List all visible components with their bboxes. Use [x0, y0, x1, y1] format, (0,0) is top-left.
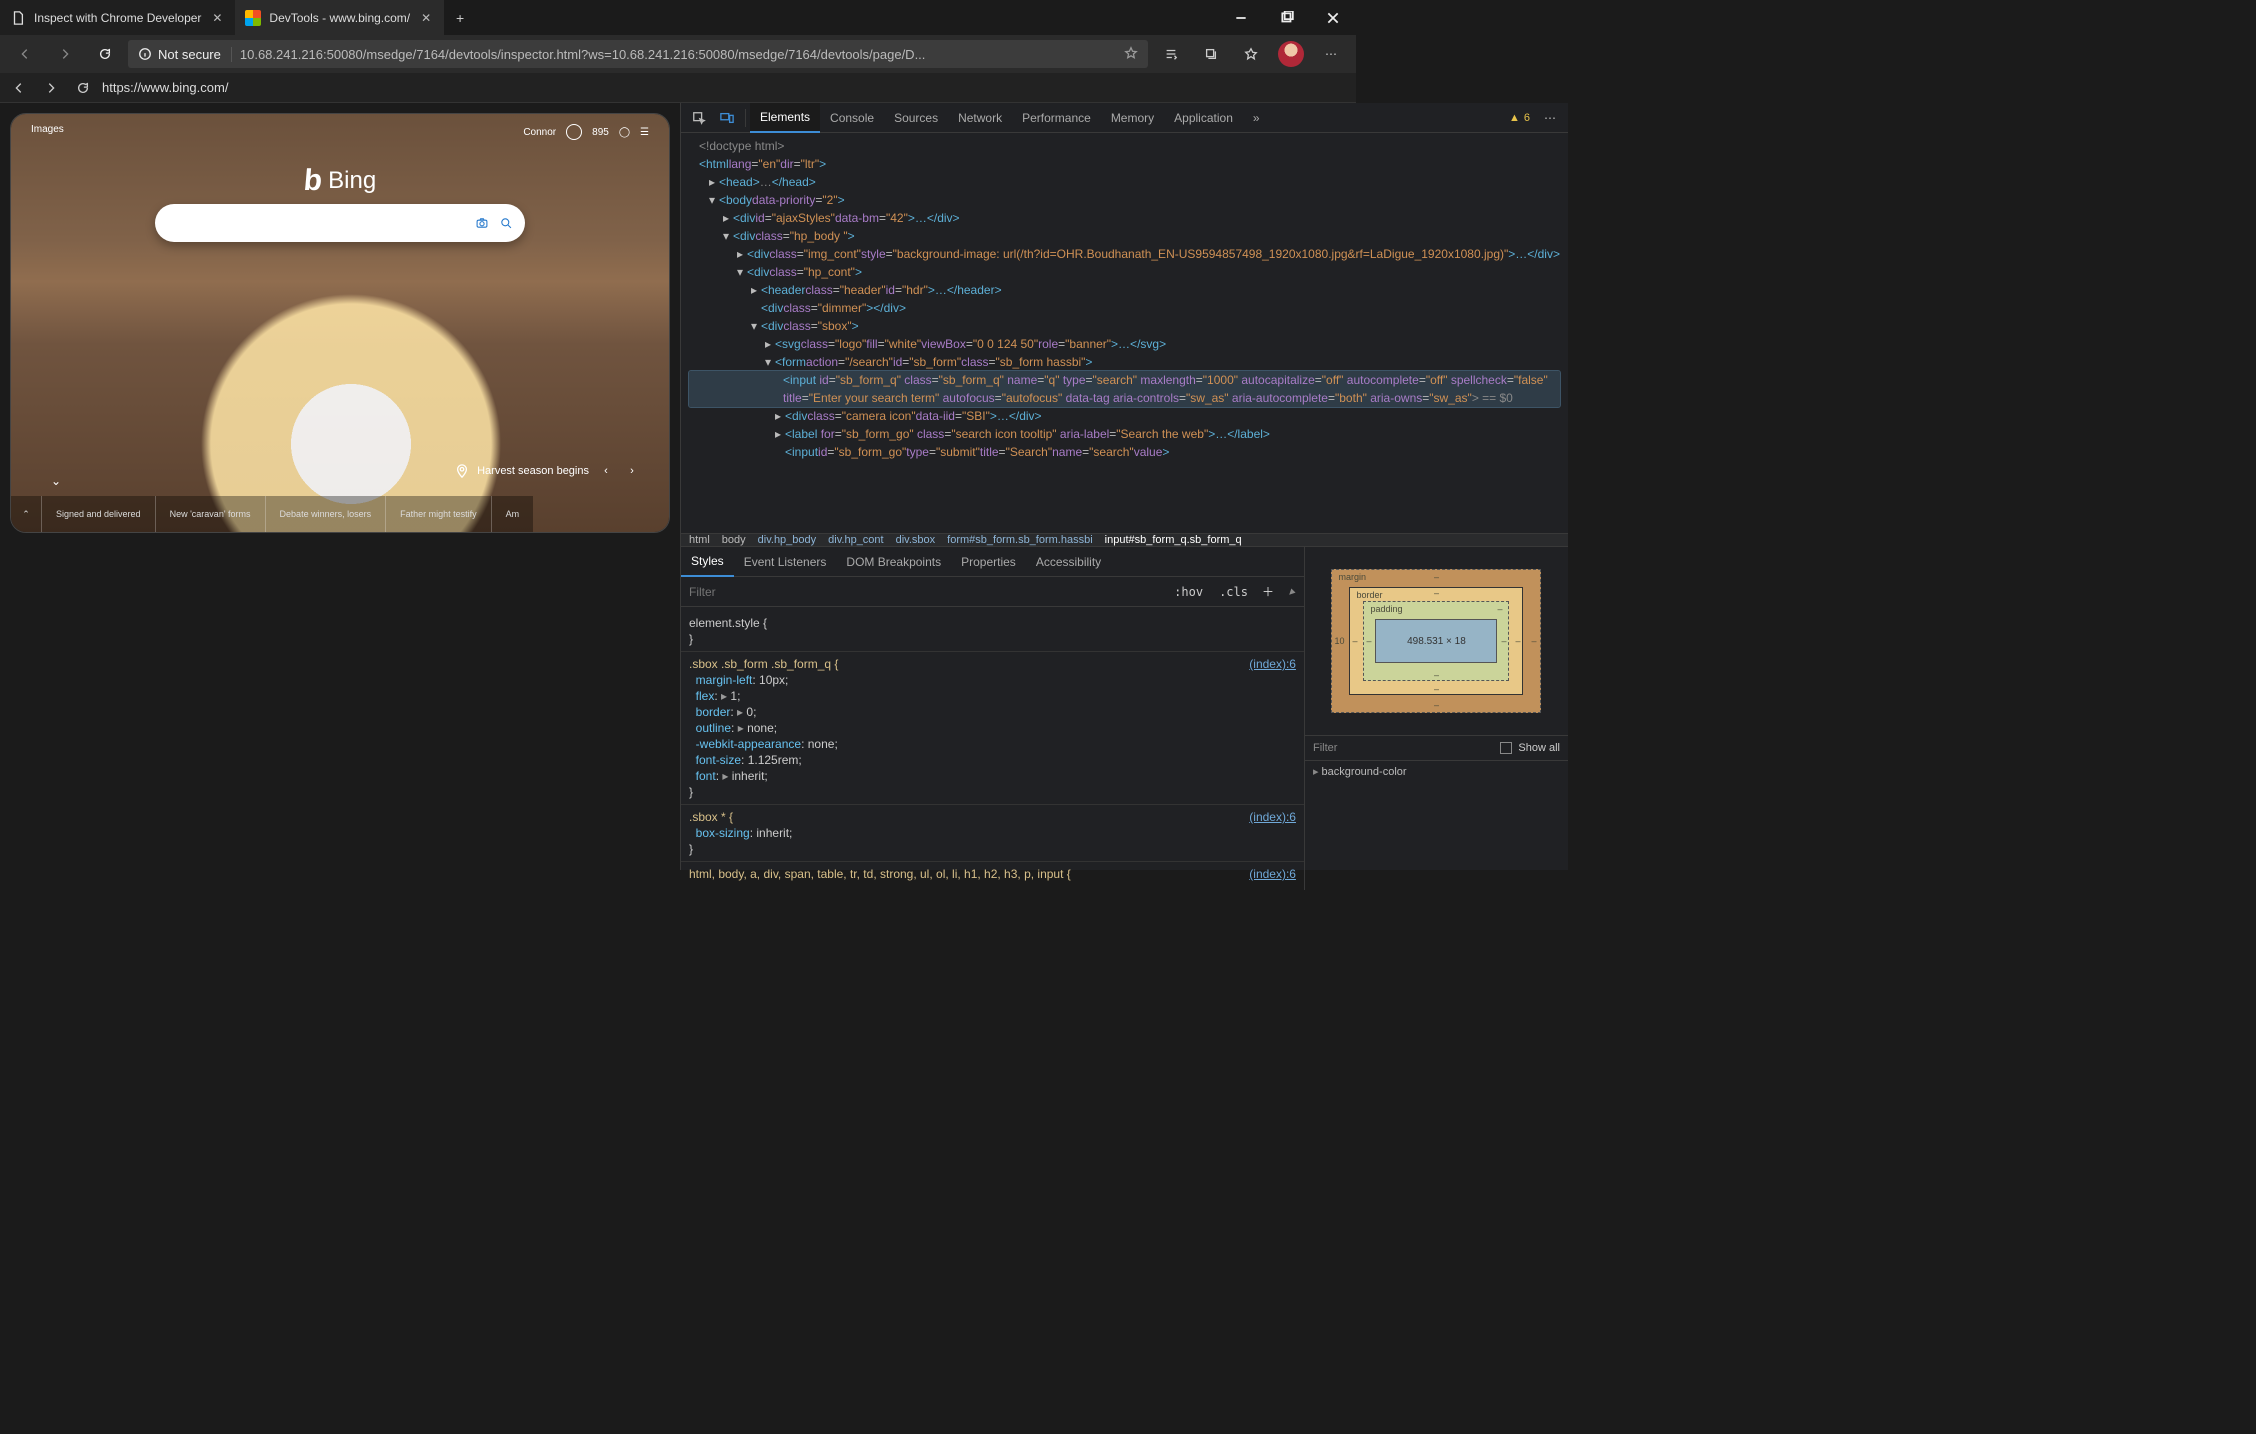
- rewards-icon[interactable]: ◯: [619, 127, 630, 138]
- avatar: [1278, 41, 1304, 67]
- news-expand[interactable]: ⌃: [11, 496, 41, 532]
- source-link[interactable]: (index):6: [1249, 656, 1296, 672]
- tab-memory[interactable]: Memory: [1101, 103, 1164, 133]
- styles-tabstrip: Styles Event Listeners DOM Breakpoints P…: [681, 547, 1304, 577]
- bing-logo: bBing: [304, 164, 376, 198]
- devtools-tabstrip: Elements Console Sources Network Perform…: [681, 103, 1568, 133]
- next-image[interactable]: ›: [623, 462, 641, 480]
- tab-title: Inspect with Chrome Developer: [34, 11, 201, 25]
- devtools-forward[interactable]: [38, 76, 64, 100]
- profile-button[interactable]: [1274, 37, 1308, 71]
- show-all-checkbox[interactable]: Show all: [1500, 742, 1560, 754]
- tab-application[interactable]: Application: [1164, 103, 1243, 133]
- image-caption[interactable]: Harvest season begins: [477, 465, 589, 477]
- news-item[interactable]: Am: [491, 496, 534, 532]
- back-button[interactable]: [8, 39, 42, 69]
- bing-points[interactable]: 895: [592, 127, 609, 138]
- new-tab-button[interactable]: +: [444, 2, 476, 34]
- user-avatar-icon[interactable]: [566, 124, 582, 140]
- tab-properties[interactable]: Properties: [951, 547, 1026, 577]
- news-strip: ⌃ Signed and delivered New 'caravan' for…: [11, 496, 669, 532]
- reading-list-icon[interactable]: [1154, 37, 1188, 71]
- camera-icon[interactable]: [475, 216, 489, 230]
- tab-dom-breakpoints[interactable]: DOM Breakpoints: [836, 547, 951, 577]
- forward-button[interactable]: [48, 39, 82, 69]
- tab-console[interactable]: Console: [820, 103, 884, 133]
- tab-event-listeners[interactable]: Event Listeners: [734, 547, 837, 577]
- tab-devtools-bing[interactable]: DevTools - www.bing.com/ ✕: [235, 0, 444, 35]
- tab-title: DevTools - www.bing.com/: [269, 11, 410, 25]
- bing-nav-images[interactable]: Images: [31, 124, 64, 135]
- tab-network[interactable]: Network: [948, 103, 1012, 133]
- source-link[interactable]: (index):6: [1249, 866, 1296, 882]
- address-bar: Not secure 10.68.241.216:50080/msedge/71…: [0, 35, 1356, 73]
- location-icon: [455, 464, 469, 478]
- bing-search-box[interactable]: [155, 204, 525, 242]
- news-item[interactable]: Signed and delivered: [41, 496, 155, 532]
- more-button[interactable]: ⋯: [1314, 37, 1348, 71]
- url-box[interactable]: Not secure 10.68.241.216:50080/msedge/71…: [128, 40, 1148, 68]
- hamburger-icon[interactable]: ☰: [640, 127, 649, 138]
- box-model[interactable]: margin – – – 10 border – – – – padding: [1305, 547, 1568, 735]
- favorite-icon[interactable]: [1124, 46, 1138, 63]
- devtools-panel: Elements Console Sources Network Perform…: [680, 103, 1568, 870]
- computed-panel: margin – – – 10 border – – – – padding: [1304, 547, 1568, 890]
- more-tabs[interactable]: »: [1243, 103, 1270, 133]
- minimize-button[interactable]: [1218, 0, 1264, 35]
- devtools-back[interactable]: [6, 76, 32, 100]
- collections-icon[interactable]: [1194, 37, 1228, 71]
- maximize-button[interactable]: [1264, 0, 1310, 35]
- chevron-down-icon[interactable]: ⌄: [51, 474, 61, 488]
- edge-icon: [245, 10, 261, 26]
- expand-corner-icon[interactable]: ▾: [1279, 578, 1306, 605]
- url-text: 10.68.241.216:50080/msedge/7164/devtools…: [240, 47, 926, 62]
- search-icon[interactable]: [499, 216, 513, 230]
- warnings-badge[interactable]: ▲ 6: [1509, 112, 1536, 124]
- close-icon[interactable]: ✕: [209, 11, 225, 25]
- news-item[interactable]: Father might testify: [385, 496, 491, 532]
- screencast-viewport: Images Connor 895 ◯ ☰ bBing ⌄: [0, 103, 680, 870]
- cls-button[interactable]: .cls: [1211, 585, 1256, 599]
- computed-prop[interactable]: ▸ background-color: [1305, 761, 1568, 782]
- css-rules[interactable]: element.style { } (index):6 .sbox .sb_fo…: [681, 607, 1304, 890]
- refresh-button[interactable]: [88, 39, 122, 69]
- tab-inspect-chrome[interactable]: Inspect with Chrome Developer ✕: [0, 0, 235, 35]
- tab-performance[interactable]: Performance: [1012, 103, 1101, 133]
- prev-image[interactable]: ‹: [597, 462, 615, 480]
- hov-button[interactable]: :hov: [1166, 585, 1211, 599]
- window-titlebar: Inspect with Chrome Developer ✕ DevTools…: [0, 0, 1356, 35]
- selected-dom-node: ••• <input id="sb_form_q" class="sb_form…: [689, 371, 1560, 407]
- dom-tree[interactable]: <!doctype html> <html lang="en" dir="ltr…: [681, 133, 1568, 533]
- computed-filter[interactable]: Filter: [1313, 742, 1337, 754]
- close-window-button[interactable]: [1310, 0, 1356, 35]
- extensions-icon[interactable]: [1234, 37, 1268, 71]
- devtools-url-bar: https://www.bing.com/: [0, 73, 1356, 103]
- bing-homepage[interactable]: Images Connor 895 ◯ ☰ bBing ⌄: [11, 114, 669, 532]
- news-item[interactable]: Debate winners, losers: [265, 496, 386, 532]
- breadcrumb[interactable]: html body div.hp_body div.hp_cont div.sb…: [681, 533, 1568, 546]
- tab-accessibility[interactable]: Accessibility: [1026, 547, 1111, 577]
- bing-user[interactable]: Connor: [523, 127, 556, 138]
- security-badge[interactable]: Not secure: [138, 47, 232, 62]
- tab-styles[interactable]: Styles: [681, 547, 734, 577]
- styles-filter-input[interactable]: [681, 585, 1166, 599]
- inspected-url[interactable]: https://www.bing.com/: [102, 80, 662, 95]
- inspect-element-icon[interactable]: [685, 104, 713, 132]
- close-icon[interactable]: ✕: [418, 11, 434, 25]
- tab-sources[interactable]: Sources: [884, 103, 948, 133]
- devtools-more[interactable]: ⋯: [1536, 104, 1564, 132]
- devtools-reload[interactable]: [70, 76, 96, 100]
- file-icon: [10, 10, 26, 26]
- device-frame: Images Connor 895 ◯ ☰ bBing ⌄: [10, 113, 670, 533]
- add-rule-button[interactable]: ＋: [1256, 583, 1280, 600]
- news-item[interactable]: New 'caravan' forms: [155, 496, 265, 532]
- info-icon: [138, 47, 152, 61]
- device-toolbar-icon[interactable]: [713, 104, 741, 132]
- source-link[interactable]: (index):6: [1249, 809, 1296, 825]
- tab-elements[interactable]: Elements: [750, 103, 820, 133]
